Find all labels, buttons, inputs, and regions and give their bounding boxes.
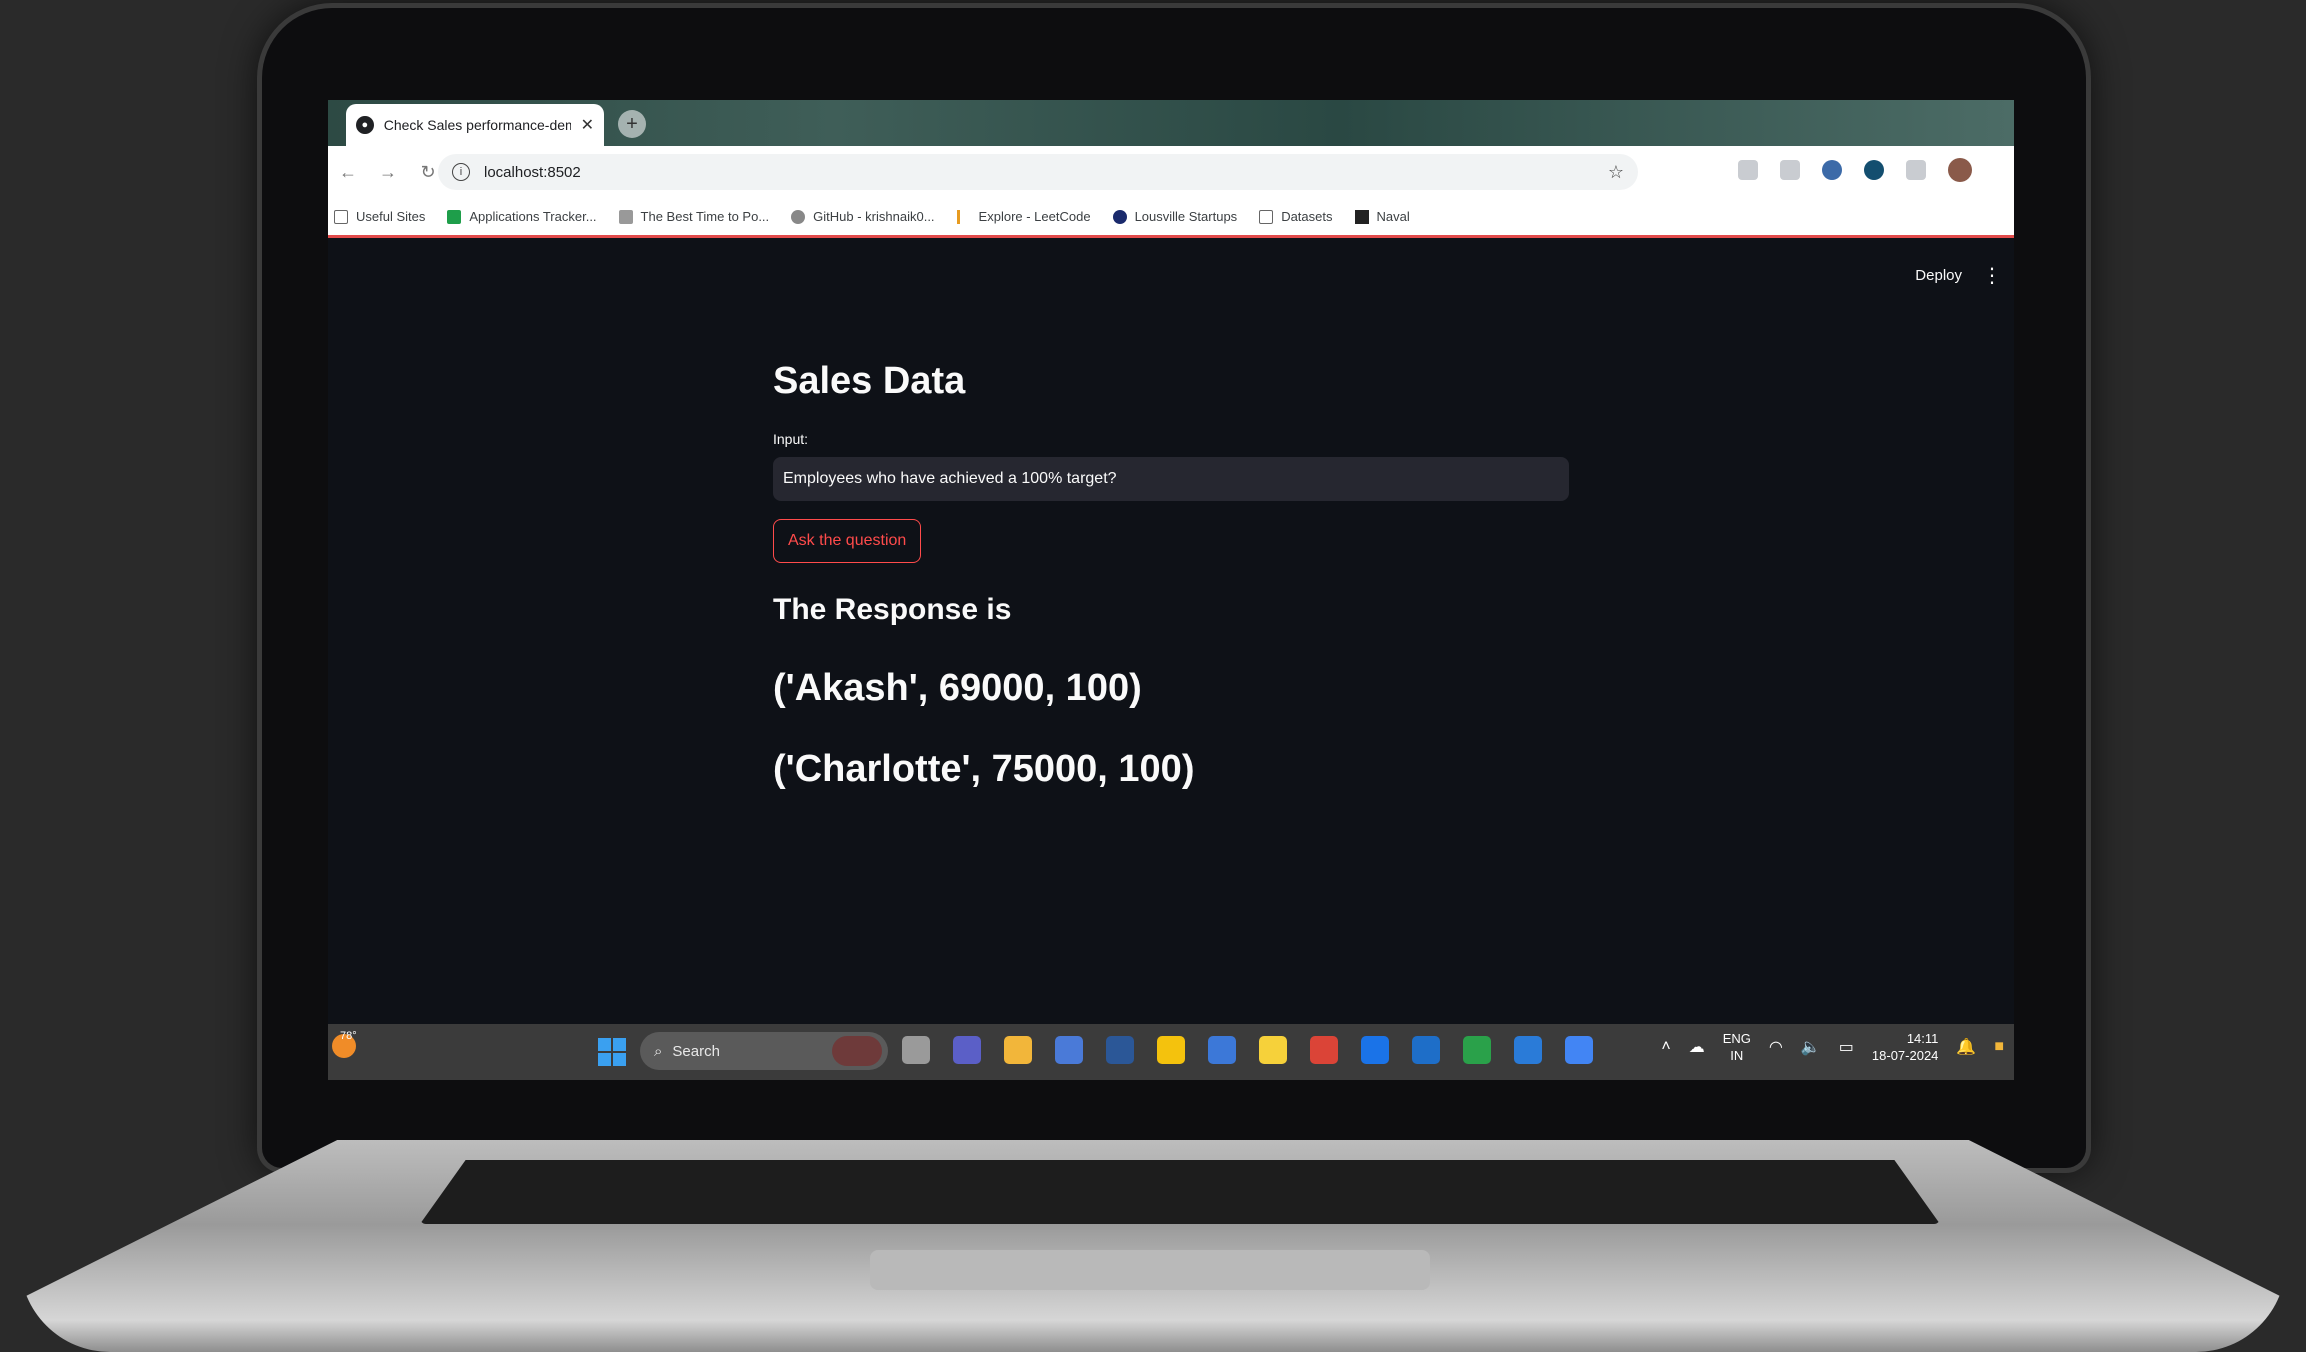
bookmark-useful-sites[interactable]: Useful Sites bbox=[334, 209, 425, 224]
system-tray: ˄ ☁ ENG IN ◠ 🔈 ▭ 14:11 18-07-2024 🔔 ■ bbox=[1661, 1030, 2004, 1064]
windows-taskbar: 78° ⌕ Search ˄ ☁ ENG IN ◠ 🔈 ▭ 14:11 18-0… bbox=[328, 1024, 2014, 1080]
browser-tab[interactable]: ● Check Sales performance-demo ✕ bbox=[346, 104, 604, 146]
puzzle-icon[interactable] bbox=[1906, 160, 1926, 180]
result-row: ('Charlotte', 75000, 100) bbox=[773, 748, 1195, 790]
search-highlight-image bbox=[832, 1036, 882, 1066]
taskbar-app-icon[interactable] bbox=[1514, 1036, 1542, 1064]
streamlit-favicon-icon: ● bbox=[356, 116, 374, 134]
taskbar-apps bbox=[902, 1036, 1593, 1064]
star-icon[interactable]: ☆ bbox=[1608, 162, 1624, 183]
new-tab-button[interactable]: + bbox=[618, 110, 646, 138]
search-label: Search bbox=[672, 1042, 720, 1060]
bookmark-applications-tracker[interactable]: Applications Tracker... bbox=[447, 209, 597, 224]
folder-icon bbox=[1259, 209, 1274, 224]
bookmark-naval[interactable]: Naval bbox=[1354, 209, 1410, 224]
taskbar-app-icon[interactable] bbox=[1157, 1036, 1185, 1064]
browser-toolbar: ← → ↻ i localhost:8502 ☆ bbox=[328, 146, 2014, 198]
language-indicator[interactable]: ENG IN bbox=[1723, 1030, 1751, 1064]
lang-bottom: IN bbox=[1730, 1048, 1744, 1063]
bookmark-datasets[interactable]: Datasets bbox=[1259, 209, 1333, 224]
trackpad bbox=[870, 1250, 1430, 1290]
chevron-up-icon[interactable]: ˄ bbox=[1661, 1038, 1670, 1056]
copilot-icon[interactable]: ■ bbox=[1994, 1038, 2004, 1056]
volume-icon[interactable]: 🔈 bbox=[1801, 1037, 1821, 1057]
bookmark-icon bbox=[1354, 209, 1369, 224]
taskbar-app-icon[interactable] bbox=[1463, 1036, 1491, 1064]
browser-tabbar: ● Check Sales performance-demo ✕ + bbox=[328, 100, 2014, 146]
lang-top: ENG bbox=[1722, 1031, 1751, 1046]
gear-extension-icon[interactable] bbox=[1864, 160, 1884, 180]
leetcode-icon bbox=[956, 209, 971, 224]
app-header: Deploy ⋮ bbox=[328, 241, 2014, 301]
clock-date: 18-07-2024 bbox=[1871, 1048, 1939, 1063]
bookmarks-bar: Useful Sites Applications Tracker... The… bbox=[328, 198, 2014, 238]
bookmark-label: Datasets bbox=[1281, 209, 1333, 224]
input-label: Input: bbox=[773, 431, 809, 447]
github-icon bbox=[791, 209, 806, 224]
taskbar-search[interactable]: ⌕ Search bbox=[640, 1032, 888, 1070]
profile-avatar[interactable] bbox=[1948, 158, 1972, 182]
search-icon: ⌕ bbox=[654, 1042, 663, 1060]
keyboard bbox=[420, 1160, 1940, 1224]
taskbar-app-icon[interactable] bbox=[1565, 1036, 1593, 1064]
forward-arrow-icon[interactable]: → bbox=[368, 162, 408, 183]
notification-bell-icon[interactable]: 🔔 bbox=[1956, 1037, 1976, 1057]
battery-icon[interactable]: ▭ bbox=[1839, 1037, 1854, 1057]
more-menu-icon[interactable]: ⋮ bbox=[1982, 263, 2002, 288]
result-row: ('Akash', 69000, 100) bbox=[773, 667, 1142, 709]
back-arrow-icon[interactable]: ← bbox=[328, 162, 368, 183]
bookmark-best-time[interactable]: The Best Time to Po... bbox=[618, 209, 770, 224]
taskbar-app-icon[interactable] bbox=[902, 1036, 930, 1064]
extension-icons bbox=[1738, 158, 1972, 182]
screen: ● Check Sales performance-demo ✕ + ← → ↻… bbox=[328, 100, 2014, 1080]
buffer-icon bbox=[618, 209, 633, 224]
windows-start-icon[interactable] bbox=[598, 1038, 626, 1066]
cloud-icon[interactable]: ☁ bbox=[1689, 1037, 1705, 1057]
bookmark-github[interactable]: GitHub - krishnaik0... bbox=[791, 209, 935, 224]
bookmark-label: The Best Time to Po... bbox=[640, 209, 770, 224]
response-heading: The Response is bbox=[773, 593, 1012, 626]
taskbar-app-icon[interactable] bbox=[1412, 1036, 1440, 1064]
folder-icon bbox=[334, 209, 348, 224]
pen-extension-icon[interactable] bbox=[1738, 160, 1758, 180]
bookmark-label: Lousville Startups bbox=[1134, 209, 1238, 224]
taskbar-app-icon[interactable] bbox=[1106, 1036, 1134, 1064]
vpn-extension-icon[interactable] bbox=[1822, 160, 1842, 180]
bookmark-label: Explore - LeetCode bbox=[978, 209, 1091, 224]
taskbar-app-icon[interactable] bbox=[1361, 1036, 1389, 1064]
startup-icon bbox=[1112, 209, 1127, 224]
taskbar-app-icon[interactable] bbox=[1004, 1036, 1032, 1064]
extension-icon[interactable] bbox=[1780, 160, 1800, 180]
bookmark-label: Useful Sites bbox=[356, 209, 426, 224]
sheets-icon bbox=[447, 209, 462, 224]
address-bar[interactable]: i localhost:8502 ☆ bbox=[438, 154, 1638, 190]
bookmark-leetcode[interactable]: Explore - LeetCode bbox=[956, 209, 1091, 224]
taskbar-app-icon[interactable] bbox=[953, 1036, 981, 1064]
clock[interactable]: 14:11 18-07-2024 bbox=[1872, 1030, 1939, 1064]
taskbar-app-icon[interactable] bbox=[1055, 1036, 1083, 1064]
bookmark-label: GitHub - krishnaik0... bbox=[813, 209, 935, 224]
page-title: Sales Data bbox=[773, 360, 966, 402]
weather-temp: 78° bbox=[340, 1030, 357, 1042]
wifi-icon[interactable]: ◠ bbox=[1769, 1037, 1783, 1057]
close-icon[interactable]: ✕ bbox=[581, 115, 594, 135]
ask-question-button[interactable]: Ask the question bbox=[773, 519, 922, 563]
question-input[interactable]: Employees who have achieved a 100% targe… bbox=[773, 457, 1569, 501]
main-content: Sales Data Input: Employees who have ach… bbox=[773, 360, 1569, 791]
bookmark-label: Applications Tracker... bbox=[469, 209, 597, 224]
taskbar-app-icon[interactable] bbox=[1259, 1036, 1287, 1064]
tab-title: Check Sales performance-demo bbox=[383, 117, 571, 133]
clock-time: 14:11 bbox=[1906, 1031, 1939, 1046]
url-text[interactable]: localhost:8502 bbox=[484, 164, 1594, 181]
taskbar-app-icon[interactable] bbox=[1208, 1036, 1236, 1064]
info-icon[interactable]: i bbox=[452, 163, 470, 181]
bookmark-lousville-startups[interactable]: Lousville Startups bbox=[1112, 209, 1238, 224]
bookmark-label: Naval bbox=[1376, 209, 1410, 224]
deploy-button[interactable]: Deploy bbox=[1915, 267, 1962, 284]
taskbar-app-icon[interactable] bbox=[1310, 1036, 1338, 1064]
